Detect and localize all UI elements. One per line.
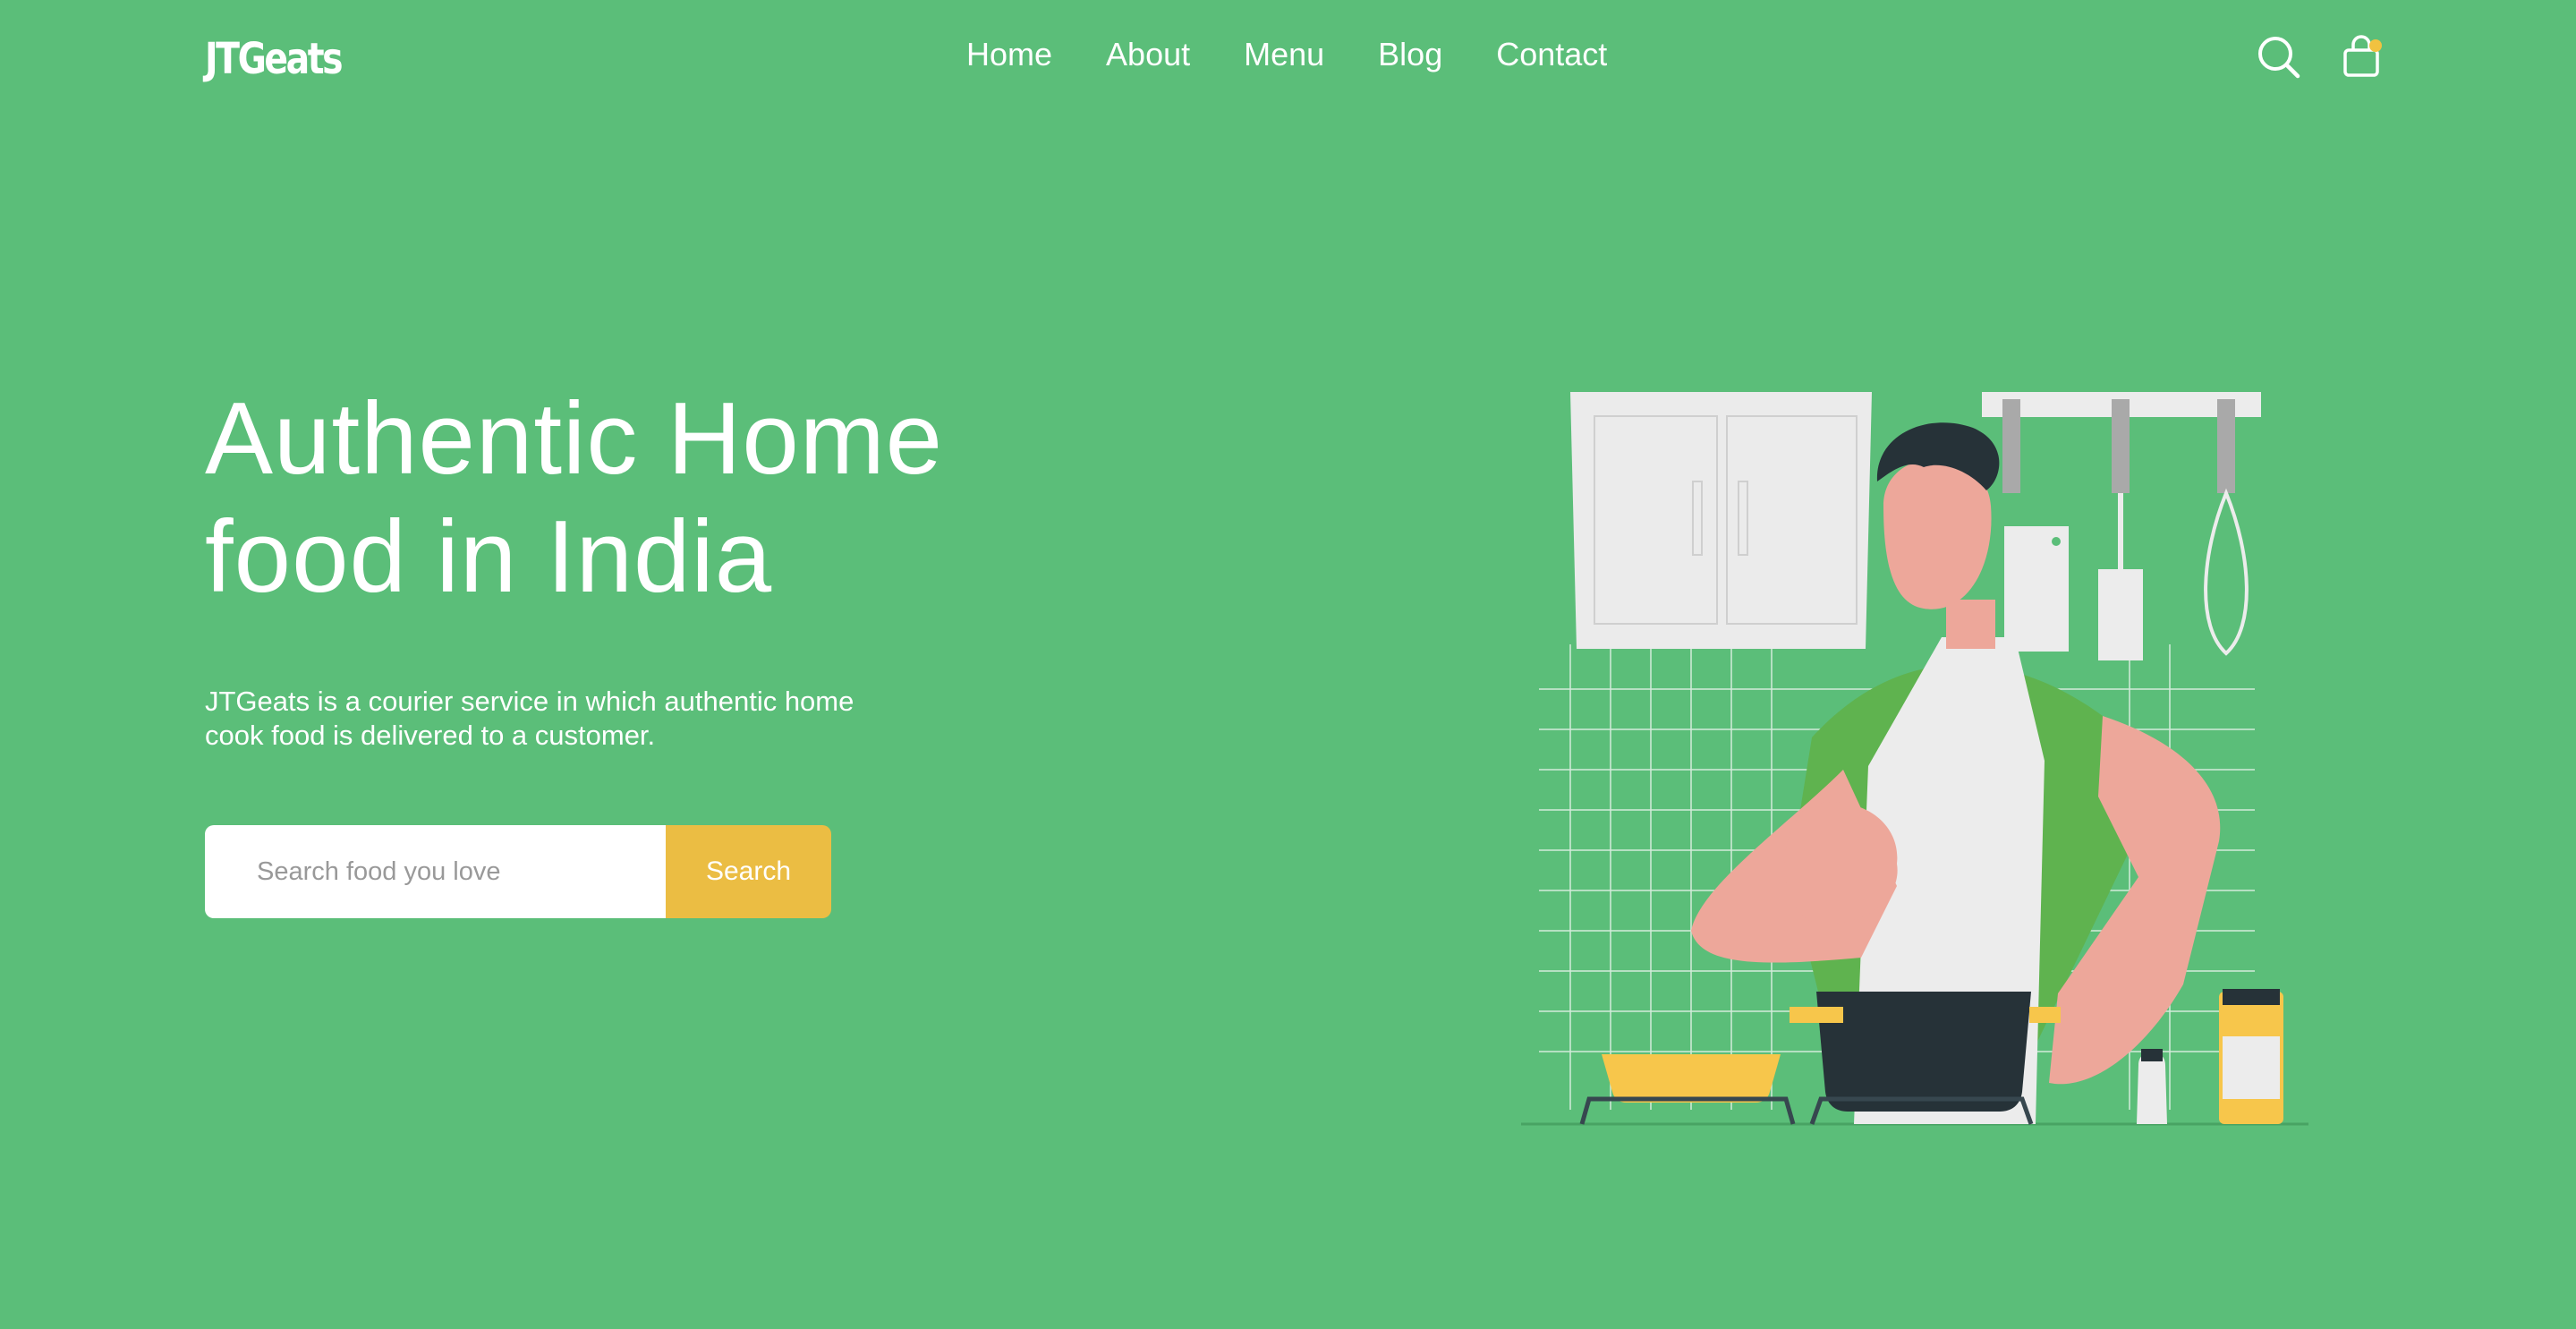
- search-icon[interactable]: [2255, 32, 2303, 81]
- hero-search-form: Search: [205, 825, 831, 918]
- shopping-bag-icon[interactable]: [2337, 32, 2385, 81]
- hero-description: JTGeats is a courier service in which au…: [205, 686, 854, 751]
- hero-title-line1: Authentic Home: [205, 382, 944, 496]
- hero-title-line2: food in India: [205, 500, 773, 614]
- header-icons: [2255, 32, 2385, 81]
- nav-item-menu[interactable]: Menu: [1244, 36, 1324, 73]
- main-nav: Home About Menu Blog Contact: [966, 36, 1607, 73]
- nav-item-home[interactable]: Home: [966, 36, 1052, 73]
- nav-item-blog[interactable]: Blog: [1378, 36, 1442, 73]
- nav-item-about[interactable]: About: [1106, 36, 1190, 73]
- nav-item-contact[interactable]: Contact: [1496, 36, 1607, 73]
- food-search-input[interactable]: [205, 825, 666, 918]
- chef-cooking-illustration: [1521, 376, 2326, 1146]
- cart-badge: [2369, 39, 2382, 52]
- search-button[interactable]: Search: [666, 825, 831, 918]
- brand-logo[interactable]: JTGeats: [205, 34, 344, 84]
- hero-title: Authentic Home food in India: [205, 380, 1100, 617]
